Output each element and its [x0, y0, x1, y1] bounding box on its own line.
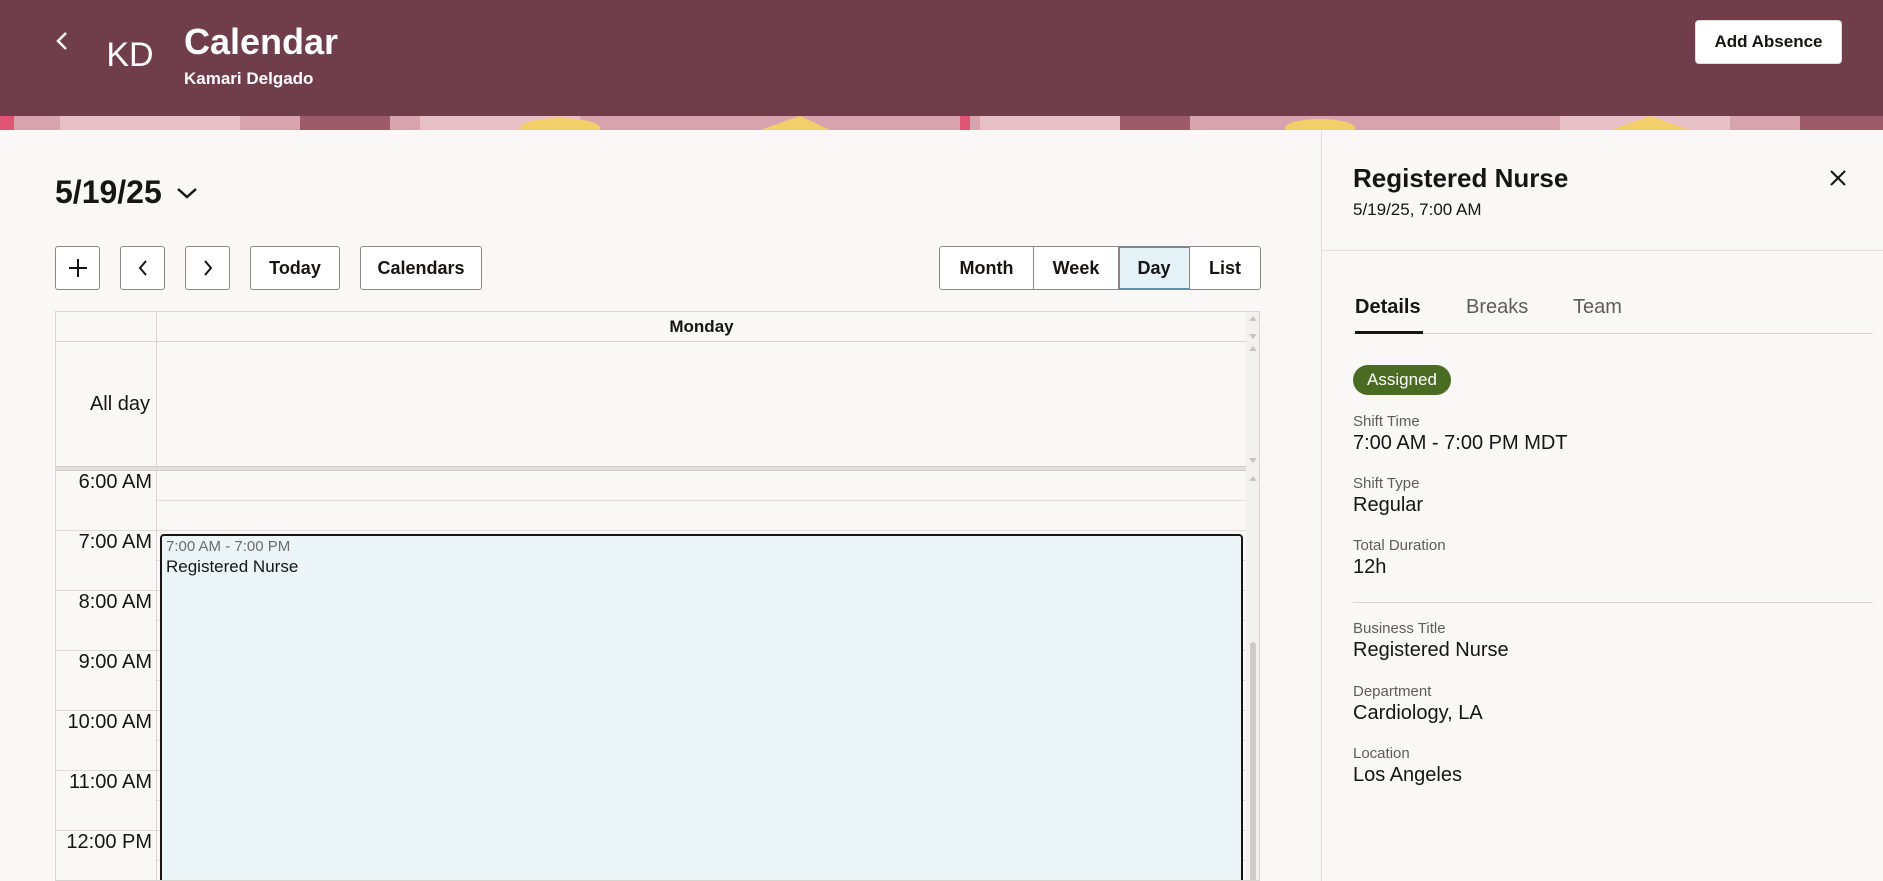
- hour-line: [56, 830, 156, 831]
- chevron-left-icon: [138, 260, 147, 276]
- plus-icon: [68, 259, 87, 277]
- chevron-right-icon: [203, 260, 212, 276]
- location-value: Los Angeles: [1353, 764, 1462, 786]
- avatar: KD: [106, 36, 154, 74]
- time-label: 8:00 AM: [78, 591, 152, 613]
- shift-detail-panel: Registered Nurse 5/19/25, 7:00 AM Detail…: [1321, 130, 1883, 881]
- field-divider: [1353, 602, 1873, 603]
- hour-line: [56, 710, 156, 711]
- close-icon: [1830, 170, 1846, 186]
- day-header: Monday: [156, 312, 1246, 342]
- hour-line: [56, 770, 156, 771]
- time-column: 6:00 AM 7:00 AM 8:00 AM 9:00 AM 10:00 AM…: [56, 471, 156, 880]
- shift-time-value: 7:00 AM - 7:00 PM MDT: [1353, 432, 1568, 454]
- view-week-button[interactable]: Week: [1034, 247, 1119, 289]
- decorative-banner: [0, 116, 1883, 130]
- time-label: 6:00 AM: [78, 471, 152, 493]
- time-label: 12:00 PM: [66, 831, 152, 853]
- status-badge: Assigned: [1353, 365, 1451, 395]
- time-label: 9:00 AM: [78, 651, 152, 673]
- page-title: Calendar: [184, 21, 339, 62]
- panel-subtitle: 5/19/25, 7:00 AM: [1353, 200, 1482, 219]
- view-day-button[interactable]: Day: [1119, 247, 1190, 289]
- view-list-button[interactable]: List: [1190, 247, 1260, 289]
- location-label: Location: [1353, 745, 1410, 762]
- shift-type-label: Shift Type: [1353, 475, 1420, 492]
- event-title: Registered Nurse: [166, 557, 299, 576]
- date-selector[interactable]: 5/19/25: [55, 174, 198, 211]
- tab-details[interactable]: Details: [1355, 290, 1423, 334]
- panel-divider: [1322, 250, 1883, 251]
- hour-line: [56, 530, 156, 531]
- calendar-main: 5/19/25 Today Calendars Month Week Day L…: [0, 130, 1320, 881]
- calendars-button[interactable]: Calendars: [360, 246, 482, 290]
- hour-line: [157, 530, 1247, 531]
- today-button[interactable]: Today: [250, 246, 340, 290]
- back-button[interactable]: [48, 26, 76, 56]
- total-duration-value: 12h: [1353, 556, 1387, 578]
- shift-type-value: Regular: [1353, 494, 1424, 516]
- hour-line: [56, 590, 156, 591]
- panel-tabs: Details Breaks Team: [1353, 290, 1873, 334]
- shift-event[interactable]: 7:00 AM - 7:00 PM Registered Nurse: [160, 534, 1243, 880]
- view-switcher: Month Week Day List: [939, 246, 1261, 290]
- shift-time-label: Shift Time: [1353, 413, 1420, 430]
- scroll-down-icon: [1249, 458, 1257, 463]
- all-day-label: All day: [89, 393, 150, 415]
- chevron-down-icon: [176, 187, 197, 199]
- page-header: KD Calendar Kamari Delgado Add Absence: [0, 0, 1883, 116]
- scroll-up-icon: [1249, 476, 1257, 481]
- tab-team[interactable]: Team: [1573, 290, 1622, 334]
- time-label: 10:00 AM: [67, 711, 152, 733]
- add-absence-button[interactable]: Add Absence: [1695, 20, 1842, 64]
- time-label: 11:00 AM: [68, 771, 152, 793]
- close-panel-button[interactable]: [1824, 164, 1852, 192]
- scroll-down-icon: [1249, 334, 1257, 339]
- scroll-thumb[interactable]: [1250, 642, 1256, 880]
- scroll-up-icon: [1249, 316, 1257, 321]
- day-grid: Monday All day 6:00 AM 7:00 AM 8:00 AM 9…: [55, 311, 1260, 881]
- scroll-up-icon: [1249, 346, 1257, 351]
- total-duration-label: Total Duration: [1353, 537, 1446, 554]
- department-label: Department: [1353, 683, 1432, 700]
- add-event-button[interactable]: [55, 246, 100, 290]
- previous-button[interactable]: [120, 246, 165, 290]
- next-button[interactable]: [185, 246, 230, 290]
- business-title-label: Business Title: [1353, 620, 1446, 637]
- half-hour-line: [157, 500, 1247, 501]
- grid-scrollbar[interactable]: [1246, 312, 1259, 880]
- time-label: 7:00 AM: [78, 531, 152, 553]
- chevron-left-icon: [56, 32, 67, 50]
- department-value: Cardiology, LA: [1353, 702, 1483, 724]
- selected-date: 5/19/25: [55, 174, 162, 210]
- grid-corner: [56, 312, 156, 342]
- panel-title: Registered Nurse: [1353, 163, 1569, 193]
- event-time: 7:00 AM - 7:00 PM: [166, 538, 291, 555]
- tab-breaks[interactable]: Breaks: [1466, 290, 1528, 334]
- all-day-area[interactable]: [156, 342, 1246, 466]
- hour-line: [56, 650, 156, 651]
- view-month-button[interactable]: Month: [940, 247, 1034, 289]
- page-subtitle: Kamari Delgado: [184, 69, 314, 88]
- business-title-value: Registered Nurse: [1353, 639, 1509, 661]
